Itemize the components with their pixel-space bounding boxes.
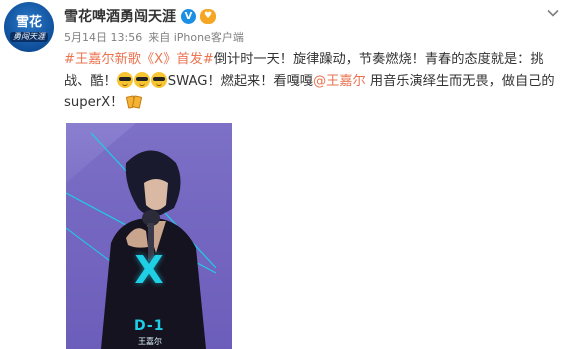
cool-emoji-icon [133,71,150,88]
post-header: 雪花啤酒勇闯天涯 V ♥ [64,6,216,26]
post-meta: 5月14日 13:56 来自 iPhone客户端 [64,29,244,45]
content-text-2: SWAG！燃起来！看嘎嘎 [167,73,313,89]
username-link[interactable]: 雪花啤酒勇闯天涯 [64,6,176,26]
cool-emoji-icon [150,71,167,88]
post-image[interactable]: X D-1 王嘉尔 [66,123,232,349]
poster-artwork [66,123,232,349]
avatar-text-bottom: 勇闯天涯 [10,32,48,42]
post-content: #王嘉尔新歌《X》首发#倒计时一天！旋律躁动，节奏燃烧！青春的态度就是：挑战、酷… [64,49,564,114]
verified-icon[interactable]: V [181,8,196,24]
chevron-down-icon[interactable] [546,6,560,20]
source-text: 来自 iPhone客户端 [148,31,244,44]
avatar[interactable]: 雪花 勇闯天涯 [4,2,54,52]
avatar-text-top: 雪花 [15,15,42,30]
mention-link[interactable]: @王嘉尔 [313,74,366,89]
hashtag-link[interactable]: #王嘉尔新歌《X》首发# [64,52,214,67]
cool-emoji-icon [116,71,133,88]
poster-artist-text: 王嘉尔 [138,337,162,346]
cheers-emoji-icon [126,93,143,109]
timestamp-link[interactable]: 5月14日 13:56 [64,31,142,44]
poster-x-text: X [134,248,164,292]
poster-countdown-text: D-1 [134,318,165,334]
fans-badge-icon[interactable]: ♥ [200,8,216,24]
